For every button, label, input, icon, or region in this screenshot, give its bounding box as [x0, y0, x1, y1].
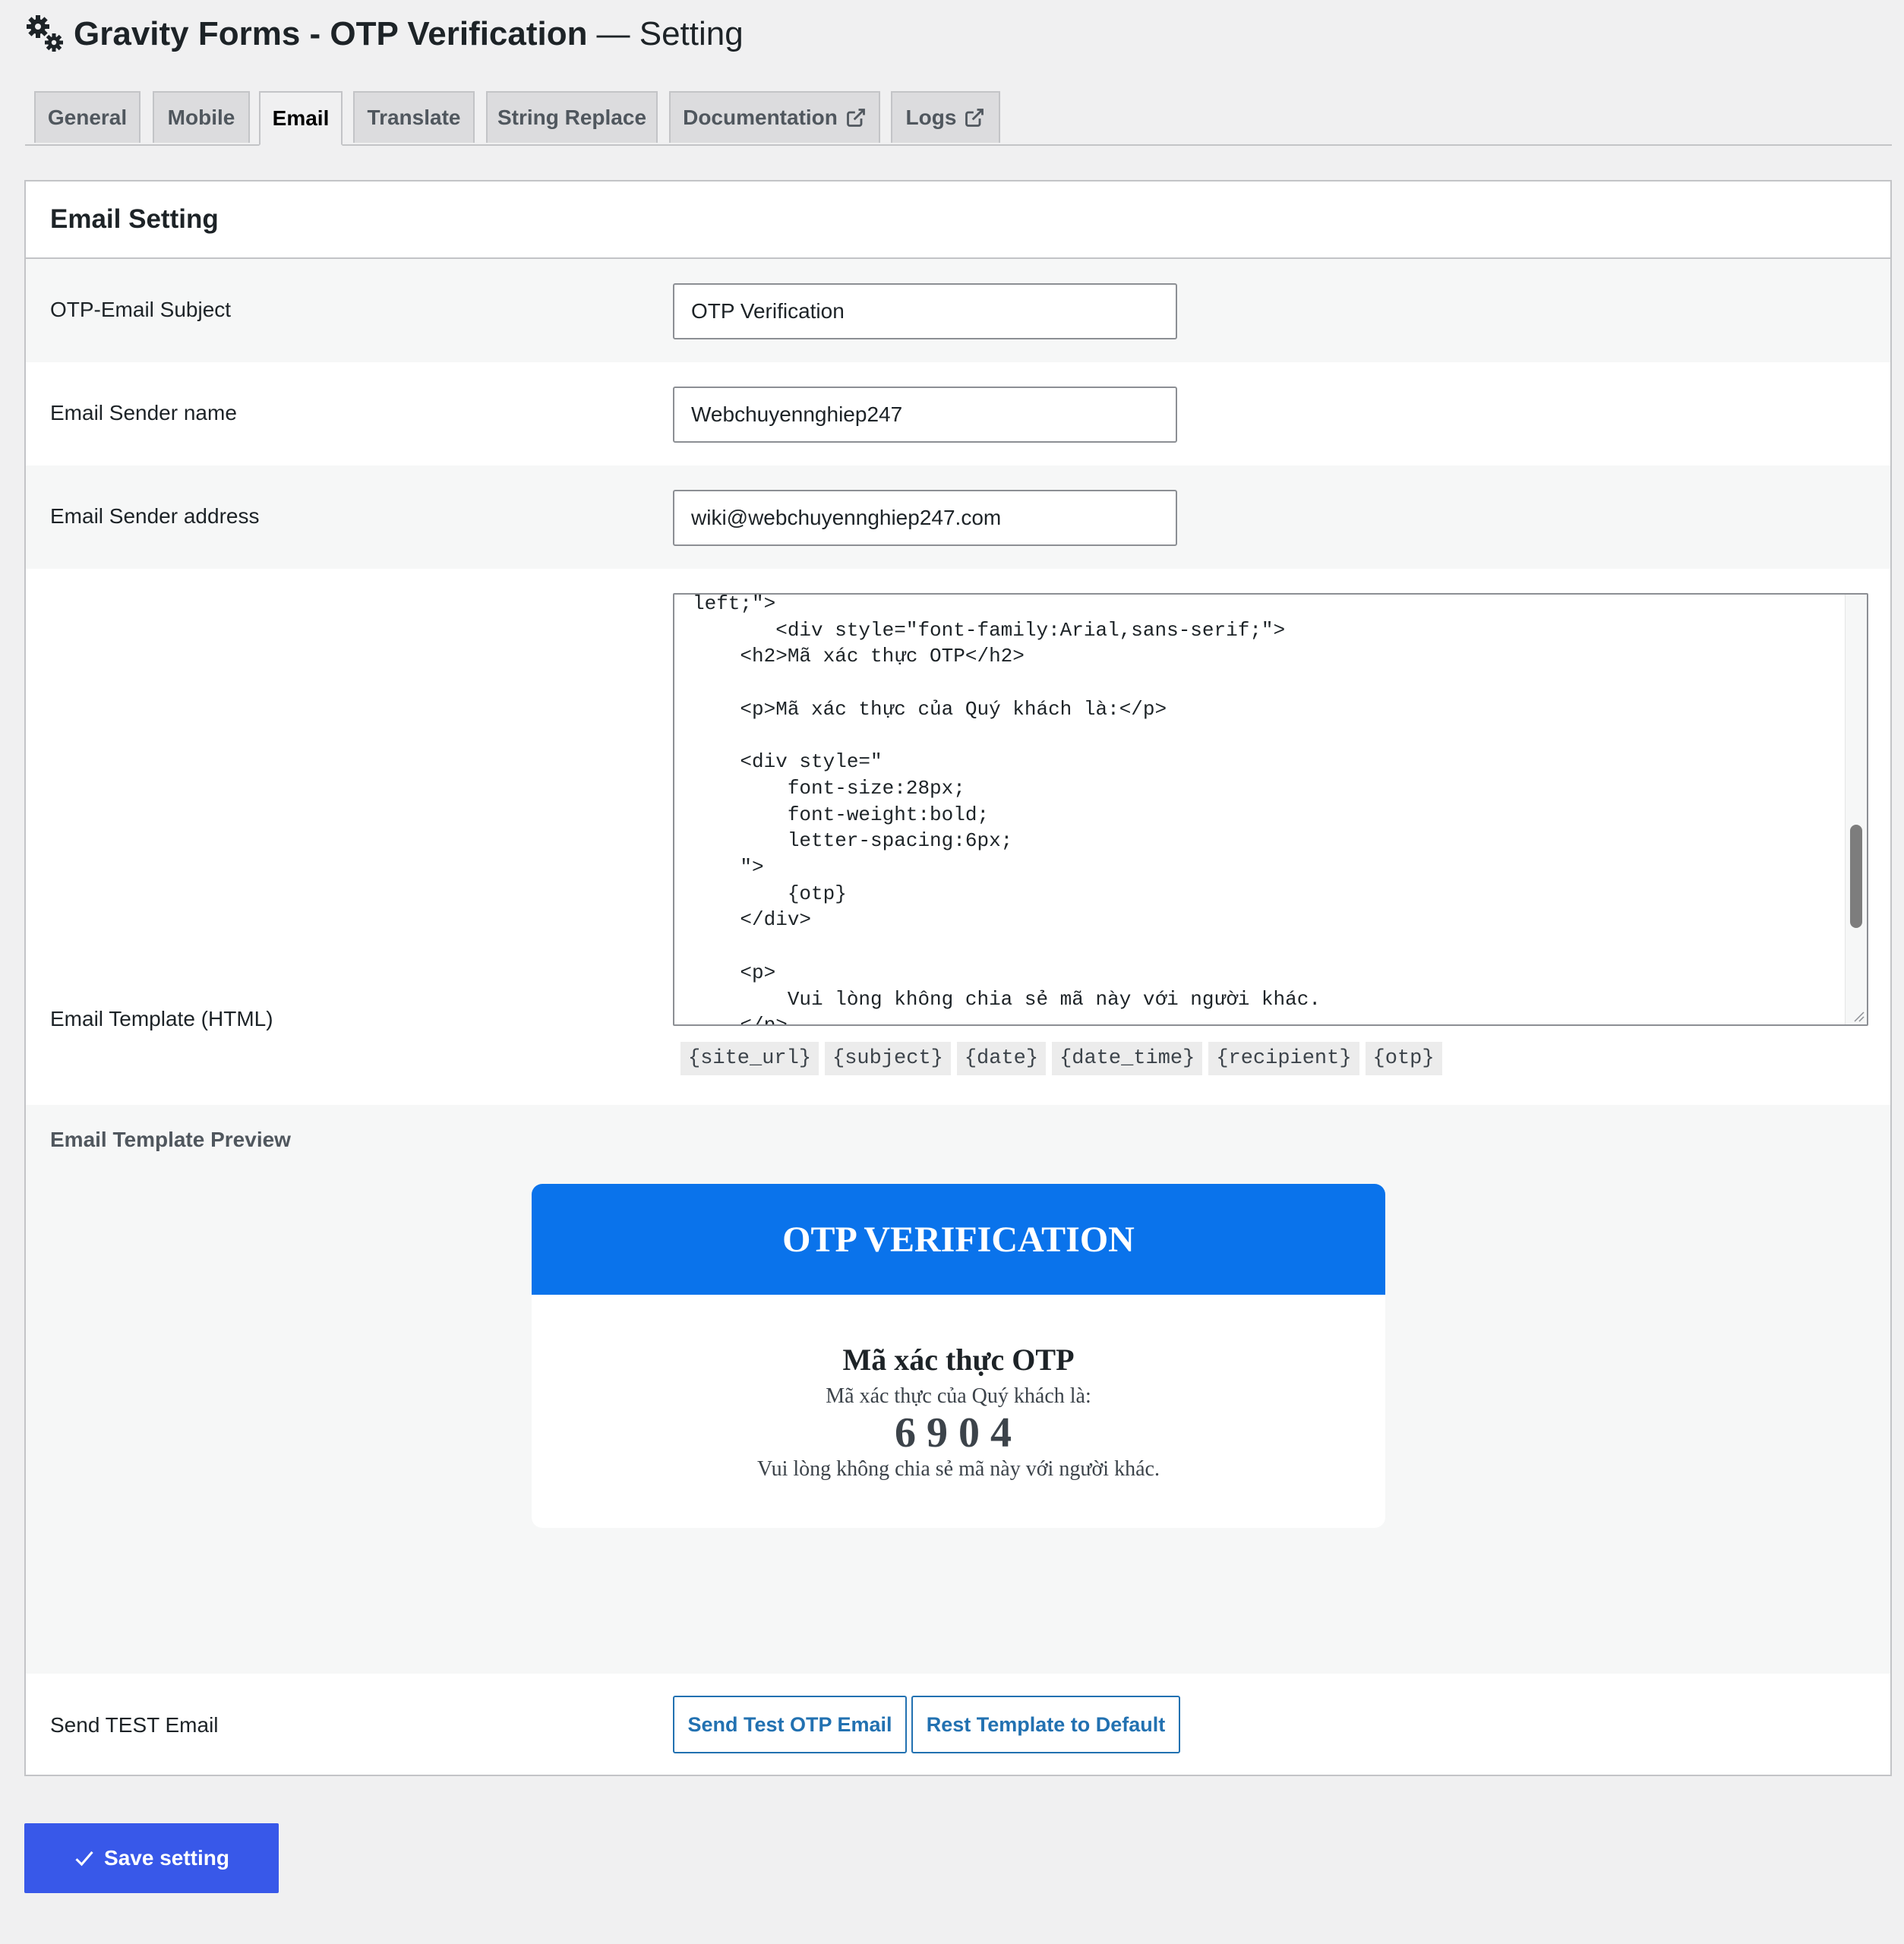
placeholder-tag-site-url[interactable]: {site_url} — [680, 1042, 819, 1075]
tab-label: Email — [272, 106, 330, 130]
save-setting-button[interactable]: Save setting — [24, 1823, 279, 1893]
subject-label: OTP-Email Subject — [50, 298, 232, 321]
tab-mobile[interactable]: Mobile — [153, 91, 250, 143]
email-settings-panel: Email Setting OTP-Email Subject OTP Veri… — [24, 180, 1892, 1776]
sender-address-label: Email Sender address — [50, 504, 260, 528]
email-preview-otp: 6904 — [895, 1409, 1022, 1456]
send-test-email-button[interactable]: Send Test OTP Email — [673, 1696, 907, 1753]
sender-address-input[interactable]: wiki@webchuyennghiep247.com — [673, 490, 1177, 546]
tab-documentation[interactable]: Documentation — [669, 91, 880, 143]
scrollbar-thumb[interactable] — [1850, 825, 1862, 928]
page-subtitle: — Setting — [596, 15, 744, 52]
placeholder-tag-recipient[interactable]: {recipient} — [1208, 1042, 1359, 1075]
tab-email[interactable]: Email — [259, 91, 343, 146]
template-label: Email Template (HTML) — [50, 1007, 273, 1030]
sender-name-label: Email Sender name — [50, 401, 237, 424]
email-preview-heading: Mã xác thực OTP — [842, 1343, 1075, 1377]
tab-label: Translate — [367, 106, 461, 129]
panel-title: Email Setting — [26, 181, 1890, 259]
template-code-editor[interactable]: left;"> <div style="font-family:Arial,sa… — [673, 593, 1868, 1026]
tab-logs[interactable]: Logs — [891, 91, 1000, 143]
placeholder-tags: {site_url} {subject} {date} {date_time} … — [680, 1042, 1442, 1075]
tab-label: Mobile — [167, 106, 235, 129]
tab-label: Logs — [905, 106, 957, 129]
scrollbar[interactable] — [1845, 595, 1867, 1024]
email-preview-warning: Vui lòng không chia sẻ mã này với người … — [757, 1457, 1160, 1481]
tab-bar: General Mobile Email Translate String Re… — [25, 91, 1892, 146]
sender-name-input[interactable]: Webchuyennghiep247 — [673, 387, 1177, 443]
placeholder-tag-date[interactable]: {date} — [956, 1042, 1047, 1075]
save-setting-label: Save setting — [104, 1846, 229, 1870]
external-link-icon — [846, 109, 865, 127]
tab-translate[interactable]: Translate — [353, 91, 475, 143]
resize-handle-icon[interactable] — [1852, 1009, 1865, 1023]
tab-label: String Replace — [497, 106, 647, 129]
external-link-icon — [965, 109, 984, 127]
placeholder-tag-otp[interactable]: {otp} — [1365, 1042, 1442, 1075]
tab-label: General — [47, 106, 128, 129]
reset-template-button[interactable]: Rest Template to Default — [911, 1696, 1180, 1753]
placeholder-tag-date-time[interactable]: {date_time} — [1052, 1042, 1203, 1075]
email-preview-banner: OTP VERIFICATION — [532, 1184, 1385, 1295]
checkmark-icon — [75, 1851, 93, 1867]
tab-label: Documentation — [683, 106, 838, 129]
tab-general[interactable]: General — [34, 91, 141, 143]
email-preview-card: OTP VERIFICATION Mã xác thực OTP Mã xác … — [532, 1184, 1385, 1528]
preview-label: Email Template Preview — [50, 1128, 291, 1151]
test-email-label: Send TEST Email — [50, 1713, 219, 1737]
gears-icon — [27, 15, 63, 52]
subject-input[interactable]: OTP Verification — [673, 283, 1177, 339]
email-preview-intro: Mã xác thực của Quý khách là: — [826, 1384, 1091, 1408]
email-preview-body: Mã xác thực OTP Mã xác thực của Quý khác… — [532, 1340, 1385, 1483]
tab-string-replace[interactable]: String Replace — [486, 91, 658, 143]
template-code: left;"> <div style="font-family:Arial,sa… — [693, 593, 1321, 1026]
page-header: Gravity Forms - OTP Verification — Setti… — [25, 14, 744, 55]
page-title: Gravity Forms - OTP Verification — [74, 15, 588, 52]
placeholder-tag-subject[interactable]: {subject} — [825, 1042, 951, 1075]
